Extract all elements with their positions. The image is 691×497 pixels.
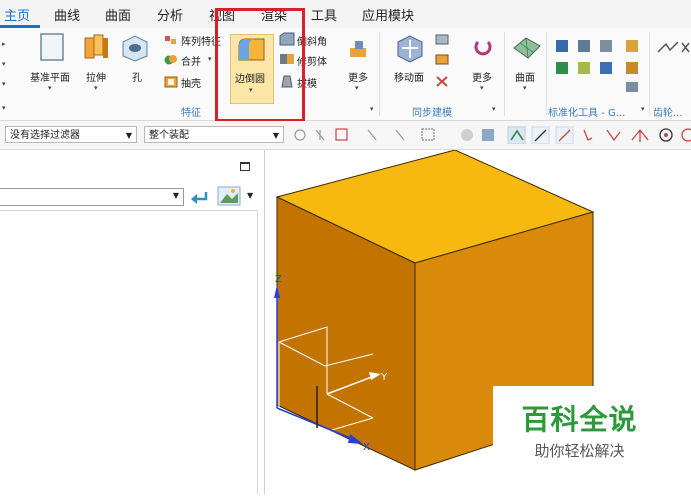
group-divider [504,32,505,116]
group-feature-label: 特征 [181,108,201,119]
more-sync-icon[interactable] [472,36,494,58]
tab-tools[interactable]: 工具 [311,5,337,24]
tab-home[interactable]: 主页 [4,5,30,24]
more-features-icon[interactable] [347,38,369,60]
standard-tools-icons[interactable] [556,38,646,94]
type-filter-value: 没有选择过滤器 [10,130,80,141]
sync-tool-icon[interactable] [434,32,450,46]
chevron-down-icon[interactable]: ▾ [641,105,645,113]
chevron-down-icon[interactable]: ▾ [370,105,374,113]
surface-label: 曲面 [515,73,535,84]
highlight-box [215,8,305,122]
chevron-down-icon[interactable]: ▼ [126,127,132,144]
sync-tool-icon[interactable] [434,52,450,66]
type-filter-dropdown[interactable]: 没有选择过滤器 ▼ [5,126,137,143]
maximize-icon[interactable] [240,162,250,171]
chevron-down-icon[interactable]: ▾ [2,60,6,68]
group-divider [649,32,650,116]
scope-dropdown[interactable]: 整个装配 ▼ [144,126,284,143]
extrude-icon[interactable] [81,32,111,62]
navigator-panel: ▼ ▼ [0,150,265,494]
group-divider [379,32,380,116]
menu-tab-bar: 主页 曲线 曲面 分析 视图 渲染 工具 应用模块 [0,0,691,29]
more-features-label: 更多 [348,73,368,84]
back-arrow-icon[interactable] [189,188,209,206]
group-sync-label: 同步建模 [412,108,452,119]
image-preview-icon[interactable] [217,186,241,206]
group-standard-tools-label: 标准化工具 - G... [548,108,626,119]
unite-icon[interactable] [164,53,178,66]
tab-curve[interactable]: 曲线 [54,5,80,24]
snap-tools-icons[interactable] [292,126,691,144]
datum-plane-label: 基准平面 [30,73,70,84]
watermark-title: 百科全说 [521,403,638,436]
z-axis-label: Z [275,274,282,285]
chevron-down-icon[interactable]: ▾ [48,84,52,92]
chevron-down-icon[interactable]: ▾ [208,55,212,63]
tab-analysis[interactable]: 分析 [157,5,183,24]
ribbon-toolbar: ▸ ▾ ▾ ▾ 基准平面 ▾ 拉伸 ▾ 孔 阵列特征 合并 ▾ 抽壳 边倒圆 ▾… [0,28,691,121]
group-gear-label: 齿轮... [653,108,683,119]
panel-dropdown[interactable]: ▼ [0,188,184,206]
chevron-down-icon[interactable]: ▾ [94,84,98,92]
shell-label[interactable]: 抽壳 [181,75,201,90]
shell-icon[interactable] [164,75,178,88]
hole-label: 孔 [132,73,142,84]
chevron-down-icon[interactable]: ▾ [492,105,496,113]
watermark-subtitle: 助你轻松解决 [534,442,625,460]
chevron-down-icon[interactable]: ▾ [355,84,359,92]
chevron-down-icon[interactable]: ▾ [480,84,484,92]
surface-icon[interactable] [512,34,542,62]
watermark: 百科全说 助你轻松解决 [493,386,666,469]
tab-application[interactable]: 应用模块 [362,5,414,24]
move-face-icon[interactable] [394,32,426,64]
unite-label[interactable]: 合并 [181,53,201,68]
group-divider [546,32,547,116]
chevron-down-icon[interactable]: ▼ [273,127,279,144]
chevron-down-icon[interactable]: ▾ [2,104,6,112]
more-sync-label: 更多 [472,73,492,84]
chevron-left-icon[interactable]: ▸ [2,40,6,48]
x-axis-label: X [363,442,370,453]
sync-tool-icon[interactable] [434,74,450,88]
chevron-down-icon[interactable]: ▼ [247,191,253,200]
pattern-feature-icon[interactable] [164,34,178,46]
hole-icon[interactable] [120,34,150,62]
part-navigator-tree[interactable] [0,210,258,494]
extrude-label: 拉伸 [86,73,106,84]
chevron-down-icon[interactable]: ▾ [2,80,6,88]
move-face-label: 移动面 [394,73,424,84]
chevron-down-icon[interactable]: ▼ [173,191,179,200]
selection-filter-bar: 没有选择过滤器 ▼ 整个装配 ▼ [0,121,691,150]
datum-plane-icon[interactable] [38,32,66,62]
chevron-down-icon[interactable]: ▾ [523,84,527,92]
y-axis-label: Y [380,372,388,383]
gear-tool-icon[interactable] [656,40,691,56]
tab-surface[interactable]: 曲面 [105,5,131,24]
scope-value: 整个装配 [149,130,189,141]
